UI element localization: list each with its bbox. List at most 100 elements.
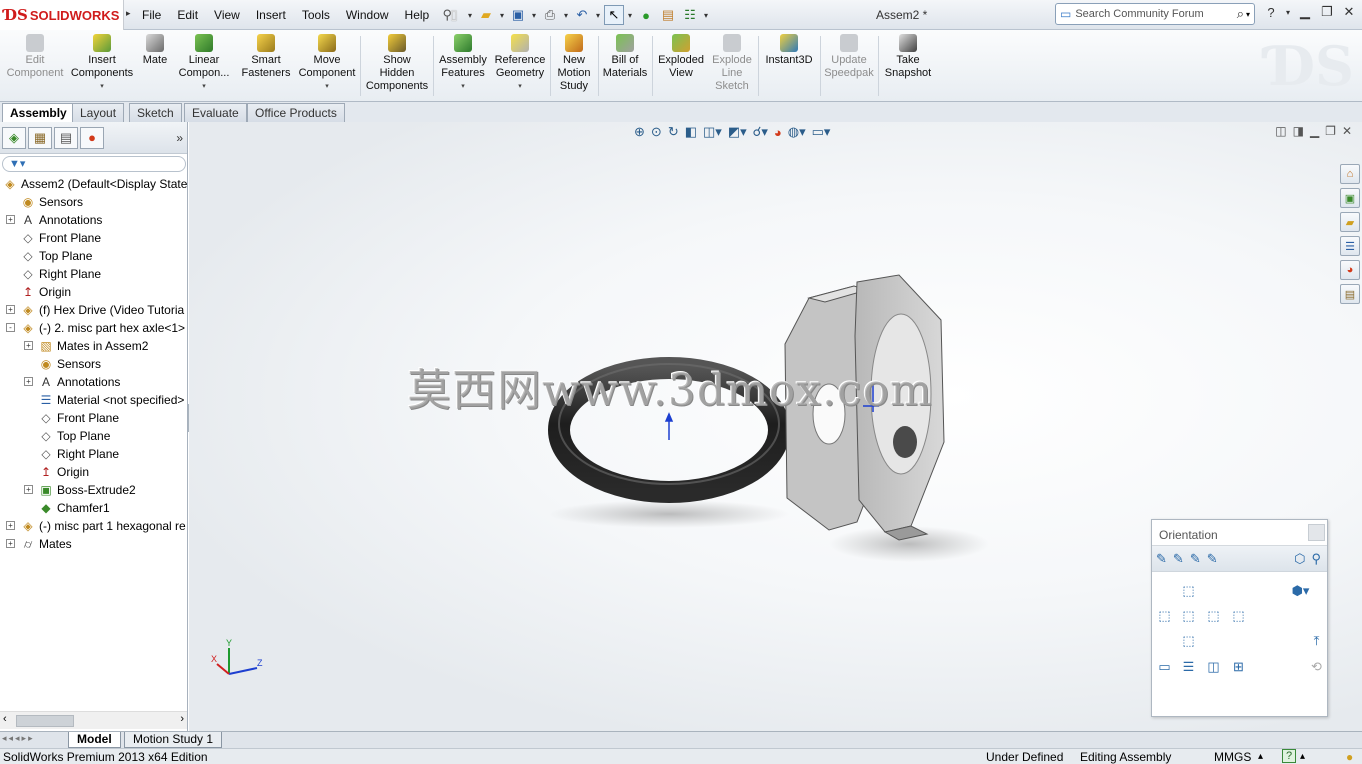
tree-item[interactable]: ◉ Sensors: [0, 355, 188, 373]
close-icon[interactable]: ✕: [1340, 4, 1358, 20]
custom-properties-icon[interactable]: ▤: [1340, 284, 1360, 304]
tab-motion-study-1[interactable]: Motion Study 1: [124, 732, 223, 748]
tree-item[interactable]: ◇ Front Plane: [0, 229, 188, 247]
right-view-button[interactable]: ⬚: [1205, 607, 1222, 624]
tab-model[interactable]: Model: [68, 732, 121, 748]
help-question-icon[interactable]: ?: [1282, 749, 1296, 763]
search-icon[interactable]: ⌕: [1237, 6, 1244, 22]
restore-icon[interactable]: ❐: [1318, 4, 1336, 20]
front-view-button[interactable]: ⬚: [1180, 607, 1197, 624]
tab-assembly[interactable]: Assembly: [2, 103, 75, 122]
print-dropdown-icon[interactable]: ▾: [562, 11, 570, 20]
tab-sketch[interactable]: Sketch: [129, 103, 182, 122]
search-dropdown-icon[interactable]: ▾: [1246, 10, 1250, 19]
tree-item[interactable]: ↥ Origin: [0, 463, 188, 481]
expand-icon[interactable]: +: [6, 521, 15, 530]
save-icon[interactable]: ▣: [508, 5, 528, 25]
tree-item[interactable]: ◇ Top Plane: [0, 427, 188, 445]
scroll-left-icon[interactable]: ‹: [3, 713, 7, 725]
mate-button[interactable]: Mate: [140, 34, 170, 67]
scroll-right-icon[interactable]: ›: [180, 713, 184, 725]
design-library-icon[interactable]: ▣: [1340, 188, 1360, 208]
options-dropdown-icon[interactable]: ▾: [702, 11, 710, 20]
view-palette-icon[interactable]: ☰: [1340, 236, 1360, 256]
collapse-icon[interactable]: -: [6, 323, 15, 332]
tree-item[interactable]: ◉ Sensors: [0, 193, 188, 211]
search-community-forum-input[interactable]: ▭ Search Community Forum ⌕ ▾: [1055, 3, 1255, 25]
link-views-icon[interactable]: ⟲: [1308, 658, 1325, 675]
tree-item[interactable]: ☰ Material <not specified>: [0, 391, 188, 409]
save-dropdown-icon[interactable]: ▾: [530, 11, 538, 20]
help-dropdown-icon[interactable]: ▾: [1284, 8, 1292, 17]
view-selector-icon[interactable]: ⬡: [1294, 551, 1305, 567]
assembly-features-button[interactable]: Assembly Features ▾: [436, 34, 490, 93]
two-view-vertical-button[interactable]: ◫: [1205, 658, 1222, 675]
normal-to-icon[interactable]: ⤒: [1308, 632, 1325, 649]
expand-icon[interactable]: +: [24, 485, 33, 494]
tab-layout[interactable]: Layout: [72, 103, 125, 122]
options-icon[interactable]: ☷: [680, 5, 700, 25]
bottom-view-button[interactable]: ⬚: [1180, 632, 1197, 649]
tree-filter-input[interactable]: ▼▾: [2, 156, 186, 172]
help-dropdown-icon[interactable]: ▴: [1300, 749, 1305, 764]
top-view-button[interactable]: ⬚: [1180, 582, 1197, 599]
tree-item[interactable]: + A Annotations: [0, 373, 188, 391]
menu-view[interactable]: View: [206, 8, 248, 22]
tree-item[interactable]: + ◈ (f) Hex Drive (Video Tutoria: [0, 301, 188, 319]
tree-item[interactable]: ◆ Chamfer1: [0, 499, 188, 517]
assembly-features-dropdown-icon[interactable]: ▾: [436, 80, 490, 93]
menu-insert[interactable]: Insert: [248, 8, 294, 22]
expand-icon[interactable]: +: [24, 341, 33, 350]
tree-item[interactable]: + ▣ Boss-Extrude2: [0, 481, 188, 499]
show-hidden-components-button[interactable]: Show Hidden Components: [364, 34, 430, 93]
expand-icon[interactable]: +: [24, 377, 33, 386]
menu-window[interactable]: Window: [338, 8, 397, 22]
two-view-horizontal-button[interactable]: ☰: [1180, 658, 1197, 675]
expand-icon[interactable]: +: [6, 305, 15, 314]
menu-edit[interactable]: Edit: [169, 8, 206, 22]
edit-component-button[interactable]: Edit Component: [6, 34, 64, 80]
configuration-manager-tab-icon[interactable]: ▤: [54, 126, 78, 149]
reference-geometry-button[interactable]: Reference Geometry ▾: [492, 34, 548, 93]
tree-item[interactable]: ◇ Front Plane: [0, 409, 188, 427]
graphics-area[interactable]: ⊕ ⊙ ↻ ◧ ◫▾ ◩▾ ☌▾ ◕ ◍▾ ▭▾ ◫ ◨ ▁ ❐ ✕ Y Z X…: [189, 122, 1362, 731]
units-selector[interactable]: MMGS: [1214, 749, 1251, 764]
tree-item[interactable]: ◇ Top Plane: [0, 247, 188, 265]
new-view-icon[interactable]: ✎: [1156, 551, 1167, 567]
tree-item[interactable]: ◈ Assem2 (Default<Display State: [0, 175, 188, 193]
solidworks-resources-home-icon[interactable]: ⌂: [1340, 164, 1360, 184]
single-view-button[interactable]: ▭: [1156, 658, 1173, 675]
tree-item[interactable]: + ⌭ Mates: [0, 535, 188, 553]
menu-help[interactable]: Help: [397, 8, 438, 22]
undo-icon[interactable]: ↶: [572, 5, 592, 25]
scroll-thumb[interactable]: [16, 715, 74, 727]
explode-line-sketch-button[interactable]: Explode Line Sketch: [708, 34, 756, 93]
tab-navigation-arrows-icon[interactable]: ◂◂◂▸▸: [2, 733, 35, 744]
new-motion-study-button[interactable]: New Motion Study: [552, 34, 596, 93]
rebuild-notification-icon[interactable]: ●: [1346, 749, 1353, 764]
display-manager-tab-icon[interactable]: ●: [80, 126, 104, 149]
select-pointer-icon[interactable]: ↖: [604, 5, 624, 25]
back-view-button[interactable]: ⬚: [1230, 607, 1247, 624]
file-explorer-icon[interactable]: ▰: [1340, 212, 1360, 232]
move-component-dropdown-icon[interactable]: ▾: [296, 80, 358, 93]
tree-horizontal-scrollbar[interactable]: ‹ ›: [0, 711, 187, 729]
feature-tree-tab-icon[interactable]: ◈: [2, 126, 26, 149]
move-component-button[interactable]: Move Component ▾: [296, 34, 358, 93]
tree-item[interactable]: + ▧ Mates in Assem2: [0, 337, 188, 355]
expand-tabs-icon[interactable]: »: [176, 131, 183, 145]
print-icon[interactable]: ⎙: [540, 5, 560, 25]
file-properties-icon[interactable]: ▤: [658, 5, 678, 25]
update-speedpak-button[interactable]: Update Speedpak: [822, 34, 876, 80]
insert-components-button[interactable]: Insert Components ▾: [70, 34, 134, 93]
solidworks-logo[interactable]: ƊS SOLIDWORKS: [0, 0, 124, 30]
property-manager-tab-icon[interactable]: ▦: [28, 126, 52, 149]
open-dropdown-icon[interactable]: ▾: [498, 11, 506, 20]
smart-fasteners-button[interactable]: Smart Fasteners: [238, 34, 294, 80]
isometric-view-dropdown-button[interactable]: ⬢▾: [1292, 582, 1310, 599]
help-icon[interactable]: ?: [1262, 5, 1280, 20]
reset-views-icon[interactable]: ✎: [1190, 551, 1201, 567]
tree-item[interactable]: + A Annotations: [0, 211, 188, 229]
tree-item[interactable]: + ◈ (-) misc part 1 hexagonal re: [0, 517, 188, 535]
orientation-close-button[interactable]: [1308, 524, 1325, 541]
